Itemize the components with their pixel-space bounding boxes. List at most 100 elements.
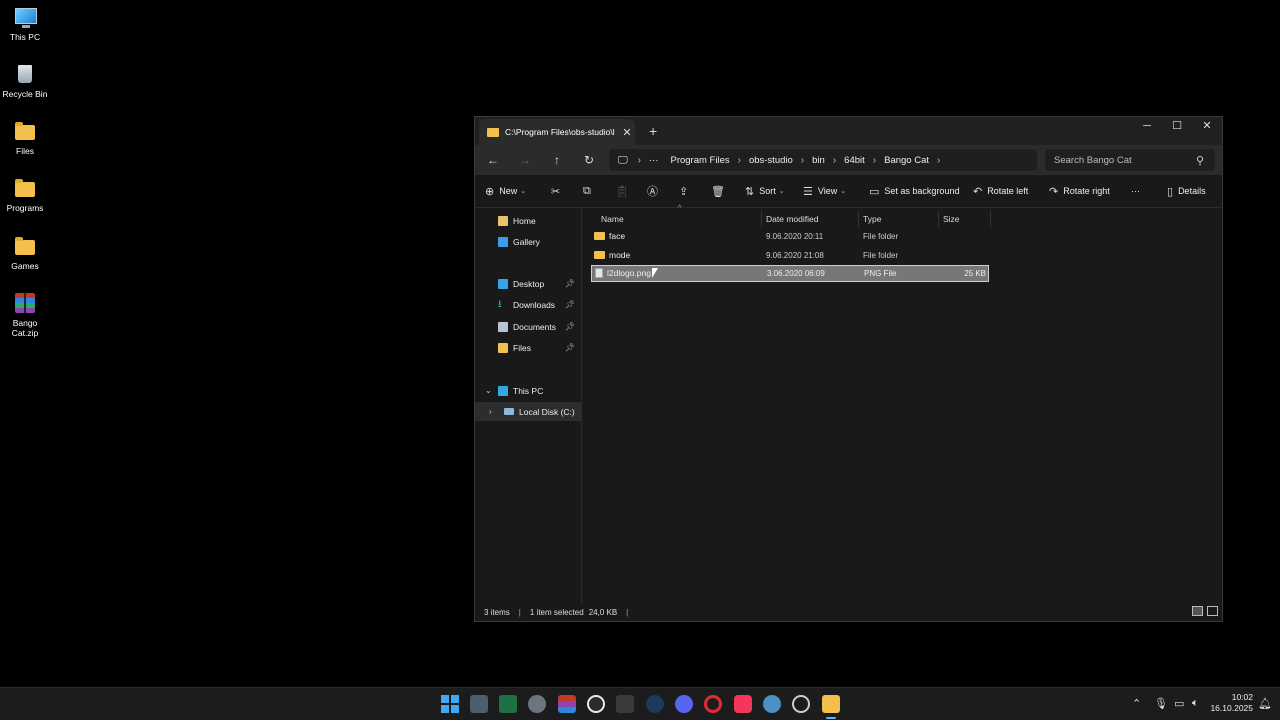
breadcrumb-program-files[interactable]: Program Files <box>670 155 729 166</box>
rotate-left-button[interactable]: ↶ Rotate left <box>973 182 1028 200</box>
chevron-right-icon[interactable]: › <box>489 407 492 416</box>
desktop-icon-games[interactable]: Games <box>0 235 50 271</box>
pin-icon[interactable]: 📌︎ <box>565 300 575 309</box>
desktop-icon <box>498 278 508 289</box>
chevron-down-icon[interactable]: ⌄ <box>485 386 492 395</box>
file-explorer-icon[interactable] <box>822 695 840 719</box>
tab-current-folder[interactable]: C:\Program Files\obs-studio\l ✕ <box>479 119 635 145</box>
desktop-icon-recycle-bin[interactable]: Recycle Bin <box>0 63 50 99</box>
new-button[interactable]: ⊕ New ⌄ <box>485 182 526 200</box>
new-tab-button[interactable]: + <box>649 123 657 139</box>
vpn-icon[interactable] <box>763 695 781 713</box>
pin-icon[interactable]: 📌︎ <box>565 343 575 352</box>
volume-icon[interactable]: 🔈︎ <box>1192 697 1199 710</box>
maximize-button[interactable]: ☐ <box>1162 117 1192 135</box>
calculator-icon[interactable] <box>470 695 488 713</box>
terminal-icon[interactable] <box>616 695 634 713</box>
rename-icon: Ⓐ <box>647 186 658 198</box>
close-button[interactable]: ✕ <box>1192 117 1222 135</box>
system-clock[interactable]: 10:02 16.10.2025 <box>1210 692 1253 714</box>
sidebar-item-files[interactable]: Files 📌︎ <box>475 338 581 357</box>
up-button[interactable]: ↑ <box>547 151 567 169</box>
winrar-icon[interactable] <box>558 695 576 713</box>
desktop-icon-programs[interactable]: Programs <box>0 177 50 213</box>
breadcrumb-64bit[interactable]: 64bit <box>844 155 865 166</box>
delete-button[interactable]: 🗑︎ <box>711 182 730 200</box>
sidebar-item-local-disk[interactable]: › Local Disk (C:) <box>475 402 581 421</box>
sidebar-item-documents[interactable]: Documents 📌︎ <box>475 317 581 336</box>
details-view-icon[interactable] <box>1192 606 1203 616</box>
discord-icon[interactable] <box>675 695 693 713</box>
more-options-button[interactable]: ··· <box>1131 182 1140 200</box>
column-header-size[interactable]: Size <box>943 211 960 227</box>
monitor-icon[interactable]: 🖵 <box>618 155 628 166</box>
clock-app-icon[interactable] <box>792 695 810 713</box>
large-icons-view-icon[interactable] <box>1207 606 1218 616</box>
copy-button[interactable]: ⧉ <box>583 182 596 200</box>
show-hidden-icons-icon[interactable]: ⌃ <box>1132 697 1141 710</box>
desktop-icon-files[interactable]: Files <box>0 120 50 156</box>
pin-icon[interactable]: 📌︎ <box>565 279 575 288</box>
details-pane-button[interactable]: ▯ Details <box>1167 182 1206 200</box>
start-button-icon[interactable] <box>441 695 459 713</box>
opera-icon[interactable] <box>704 695 722 713</box>
column-divider[interactable] <box>858 211 859 227</box>
chevron-right-icon[interactable]: › <box>738 155 741 166</box>
back-button[interactable]: ← <box>483 151 503 169</box>
breadcrumb-bin[interactable]: bin <box>812 155 825 166</box>
rename-button[interactable]: Ⓐ <box>647 182 663 200</box>
search-box[interactable]: ⚲ <box>1045 149 1215 171</box>
notification-bell-icon[interactable]: 🔔︎ <box>1258 697 1272 710</box>
itunes-icon[interactable] <box>734 695 752 713</box>
rotate-right-button[interactable]: ↷ Rotate right <box>1049 182 1110 200</box>
table-row-selected[interactable]: l2dlogo.png 3.06.2020 06:09 PNG File 25 … <box>591 265 989 282</box>
column-header-date-modified[interactable]: Date modified <box>766 211 818 227</box>
refresh-button[interactable]: ↻ <box>579 151 599 169</box>
status-separator: | <box>518 607 521 617</box>
minimize-button[interactable]: ─ <box>1132 117 1162 135</box>
chevron-right-icon[interactable]: › <box>833 155 836 166</box>
tab-close-icon[interactable]: ✕ <box>619 126 635 139</box>
details-label: Details <box>1178 186 1206 196</box>
sidebar-item-this-pc[interactable]: ⌄ This PC <box>475 381 581 400</box>
network-icon[interactable]: ▭ <box>1174 697 1184 710</box>
microphone-icon[interactable]: 🎙︎ <box>1154 697 1168 710</box>
address-bar[interactable]: 🖵 › ··· Program Files › obs-studio › bin… <box>609 149 1037 171</box>
search-input[interactable] <box>1052 153 1196 167</box>
chevron-right-icon[interactable]: › <box>937 155 940 166</box>
more-crumbs-icon[interactable]: ··· <box>649 155 659 166</box>
sidebar-item-desktop[interactable]: Desktop 📌︎ <box>475 274 581 293</box>
desktop-icon-this-pc[interactable]: This PC <box>0 6 50 42</box>
pin-icon[interactable]: 📌︎ <box>565 322 575 331</box>
steam-icon[interactable] <box>646 695 664 713</box>
breadcrumb-obs-studio[interactable]: obs-studio <box>749 155 793 166</box>
sort-button[interactable]: ⇅ Sort ⌄ <box>745 182 785 200</box>
view-button[interactable]: ☰ View ⌄ <box>803 182 846 200</box>
cut-button[interactable]: ✂ <box>551 182 565 200</box>
column-divider[interactable] <box>761 211 762 227</box>
forward-button[interactable]: → <box>515 151 535 169</box>
set-as-background-button[interactable]: ▭ Set as background <box>869 182 959 200</box>
table-row[interactable]: mode 9.06.2020 21:08 File folder <box>591 247 989 264</box>
table-row[interactable]: face 9.06.2020 20:11 File folder <box>591 228 989 245</box>
sidebar-item-label: Desktop <box>513 278 545 289</box>
column-header-name[interactable]: Name <box>601 211 624 227</box>
folder-icon <box>594 251 605 259</box>
excel-icon[interactable] <box>499 695 517 713</box>
sidebar-item-gallery[interactable]: Gallery <box>475 232 581 251</box>
paste-button[interactable]: 📋︎ <box>615 182 634 200</box>
chevron-right-icon[interactable]: › <box>638 155 641 166</box>
column-header-type[interactable]: Type <box>863 211 881 227</box>
chevron-right-icon[interactable]: › <box>801 155 804 166</box>
settings-icon[interactable] <box>528 695 546 713</box>
sidebar-item-downloads[interactable]: ⭳ Downloads 📌︎ <box>475 295 581 314</box>
search-icon[interactable]: ⚲ <box>1196 154 1204 167</box>
share-button[interactable]: ⇪ <box>679 182 693 200</box>
chrome-icon[interactable] <box>587 695 605 713</box>
breadcrumb-bango-cat[interactable]: Bango Cat <box>884 155 929 166</box>
column-divider[interactable] <box>990 211 991 227</box>
column-divider[interactable] <box>938 211 939 227</box>
chevron-right-icon[interactable]: › <box>873 155 876 166</box>
desktop-icon-bango-cat-zip[interactable]: Bango Cat.zip <box>0 292 50 338</box>
sidebar-item-home[interactable]: Home <box>475 211 581 230</box>
